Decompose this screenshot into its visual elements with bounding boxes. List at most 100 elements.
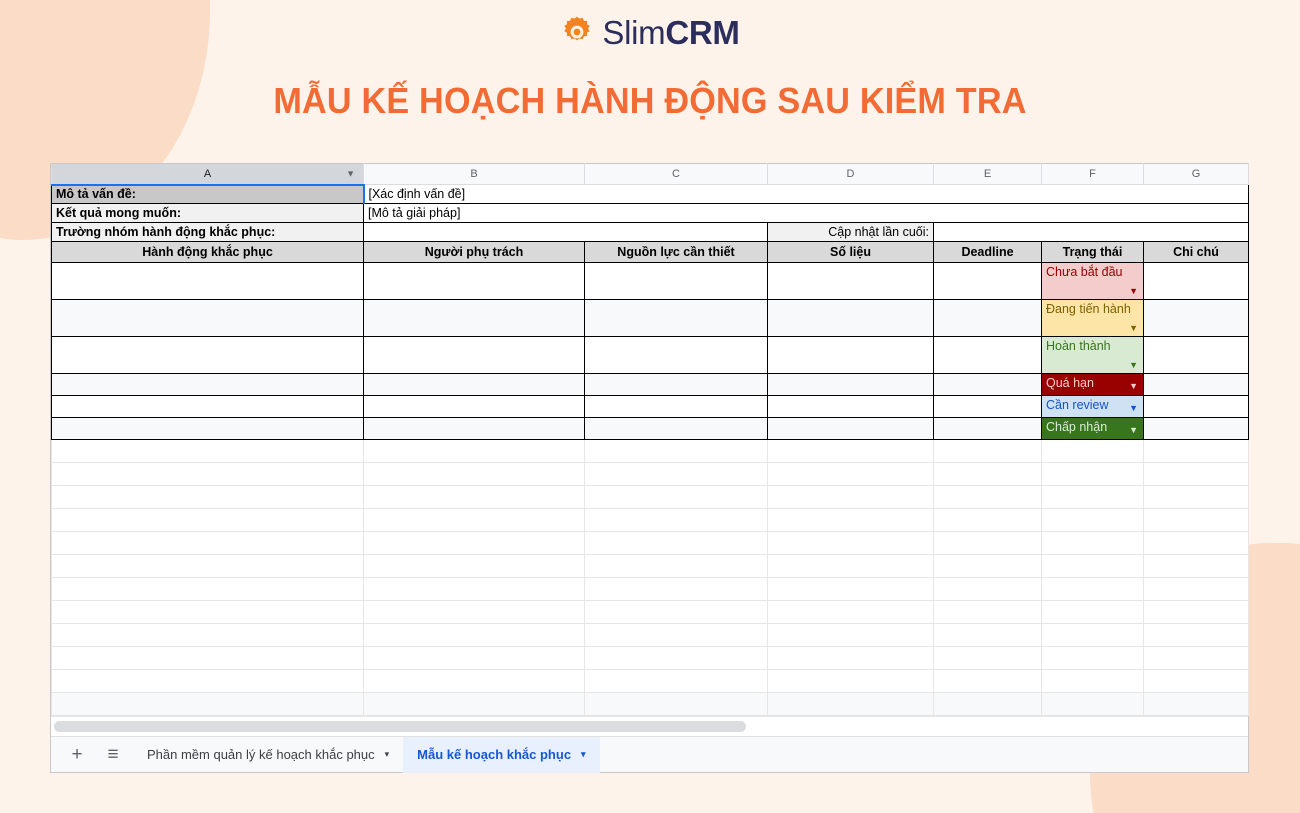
cell-empty[interactable] xyxy=(1041,485,1144,509)
cell-empty[interactable] xyxy=(1143,646,1249,670)
cell-empty[interactable] xyxy=(51,462,364,486)
cell-empty[interactable] xyxy=(1143,373,1249,396)
cell-empty[interactable] xyxy=(51,692,364,716)
cell-empty[interactable] xyxy=(933,462,1042,486)
cell-empty[interactable] xyxy=(933,395,1042,418)
cell-empty[interactable] xyxy=(584,299,768,337)
cell-empty[interactable] xyxy=(1143,395,1249,418)
cell-empty[interactable] xyxy=(51,669,364,693)
cell-empty[interactable] xyxy=(584,336,768,374)
dropdown-caret-icon[interactable]: ▼ xyxy=(1129,361,1138,370)
cell-empty[interactable] xyxy=(1041,462,1144,486)
cell-empty[interactable] xyxy=(584,485,768,509)
cell-empty[interactable] xyxy=(363,439,585,463)
cell-empty[interactable] xyxy=(933,692,1042,716)
cell-empty[interactable] xyxy=(584,554,768,578)
cell-empty[interactable] xyxy=(767,600,934,624)
cell-empty[interactable] xyxy=(584,262,768,300)
cell-status[interactable]: Quá hạn ▼ xyxy=(1041,373,1144,396)
cell-empty[interactable] xyxy=(363,462,585,486)
cell-empty[interactable] xyxy=(584,646,768,670)
column-header-e[interactable]: E xyxy=(933,163,1042,185)
cell-empty[interactable] xyxy=(933,577,1042,601)
cell-empty[interactable] xyxy=(767,336,934,374)
cell-empty[interactable] xyxy=(1143,262,1249,300)
cell-empty[interactable] xyxy=(1143,554,1249,578)
cell-empty[interactable] xyxy=(584,439,768,463)
cell-empty[interactable] xyxy=(1041,554,1144,578)
dropdown-caret-icon[interactable]: ▼ xyxy=(1129,404,1138,413)
cell-empty[interactable] xyxy=(584,577,768,601)
cell-empty[interactable] xyxy=(1041,669,1144,693)
cell-status[interactable]: Chưa bắt đầu ▼ xyxy=(1041,262,1144,300)
status-badge[interactable]: Chấp nhận ▼ xyxy=(1042,418,1143,439)
cell-empty[interactable] xyxy=(51,439,364,463)
cell-status[interactable]: Cần review ▼ xyxy=(1041,395,1144,418)
cell-empty[interactable] xyxy=(933,508,1042,532)
cell-empty[interactable] xyxy=(1143,485,1249,509)
cell-empty[interactable] xyxy=(1143,417,1249,440)
cell-empty[interactable] xyxy=(363,485,585,509)
cell-empty[interactable] xyxy=(584,417,768,440)
cell-empty[interactable] xyxy=(767,262,934,300)
cell-empty[interactable] xyxy=(363,531,585,555)
cell-empty[interactable] xyxy=(767,646,934,670)
cell-empty[interactable] xyxy=(363,417,585,440)
cell-empty[interactable] xyxy=(767,395,934,418)
dropdown-caret-icon[interactable]: ▼ xyxy=(1129,287,1138,296)
cell-empty[interactable] xyxy=(933,623,1042,647)
cell-empty[interactable] xyxy=(584,623,768,647)
cell-empty[interactable] xyxy=(584,373,768,396)
cell-team-leader-value[interactable] xyxy=(363,222,768,242)
cell-empty[interactable] xyxy=(1143,623,1249,647)
cell-empty[interactable] xyxy=(584,692,768,716)
cell-empty[interactable] xyxy=(363,577,585,601)
cell-empty[interactable] xyxy=(767,462,934,486)
horizontal-scrollbar-thumb[interactable] xyxy=(54,721,746,732)
status-badge[interactable]: Đang tiến hành ▼ xyxy=(1042,300,1143,336)
cell-empty[interactable] xyxy=(51,417,364,440)
cell-empty[interactable] xyxy=(933,485,1042,509)
dropdown-caret-icon[interactable]: ▼ xyxy=(1129,426,1138,435)
cell-empty[interactable] xyxy=(933,336,1042,374)
cell-empty[interactable] xyxy=(363,336,585,374)
cell-empty[interactable] xyxy=(767,554,934,578)
cell-empty[interactable] xyxy=(1143,577,1249,601)
cell-empty[interactable] xyxy=(1041,623,1144,647)
cell-empty[interactable] xyxy=(51,508,364,532)
cell-empty[interactable] xyxy=(1041,692,1144,716)
status-badge[interactable]: Quá hạn ▼ xyxy=(1042,374,1143,395)
sheet-tab-active[interactable]: Mẫu kế hoạch khắc phục ▾ xyxy=(403,736,600,773)
cell-empty[interactable] xyxy=(584,462,768,486)
cell-empty[interactable] xyxy=(933,417,1042,440)
cell-last-update-value[interactable] xyxy=(933,222,1249,242)
cell-empty[interactable] xyxy=(1143,336,1249,374)
cell-empty[interactable] xyxy=(933,373,1042,396)
status-badge[interactable]: Hoàn thành ▼ xyxy=(1042,337,1143,373)
cell-empty[interactable] xyxy=(767,531,934,555)
cell-empty[interactable] xyxy=(51,577,364,601)
cell-empty[interactable] xyxy=(51,485,364,509)
filter-caret-icon[interactable]: ▼ xyxy=(346,169,355,178)
cell-problem-label[interactable]: Mô tả vấn đề: xyxy=(51,183,365,204)
cell-empty[interactable] xyxy=(1143,439,1249,463)
cell-empty[interactable] xyxy=(1041,600,1144,624)
cell-empty[interactable] xyxy=(1041,577,1144,601)
cell-empty[interactable] xyxy=(767,439,934,463)
cell-status[interactable]: Hoàn thành ▼ xyxy=(1041,336,1144,374)
cell-empty[interactable] xyxy=(767,508,934,532)
cell-empty[interactable] xyxy=(363,600,585,624)
cell-empty[interactable] xyxy=(767,485,934,509)
status-badge[interactable]: Chưa bắt đầu ▼ xyxy=(1042,263,1143,299)
column-header-c[interactable]: C xyxy=(584,163,768,185)
cell-empty[interactable] xyxy=(933,531,1042,555)
cell-empty[interactable] xyxy=(767,623,934,647)
cell-empty[interactable] xyxy=(1041,439,1144,463)
cell-empty[interactable] xyxy=(363,395,585,418)
cell-empty[interactable] xyxy=(1143,669,1249,693)
chevron-down-icon[interactable]: ▾ xyxy=(581,750,586,759)
cell-empty[interactable] xyxy=(51,395,364,418)
cell-empty[interactable] xyxy=(363,262,585,300)
chevron-down-icon[interactable]: ▾ xyxy=(385,750,390,759)
cell-empty[interactable] xyxy=(933,262,1042,300)
